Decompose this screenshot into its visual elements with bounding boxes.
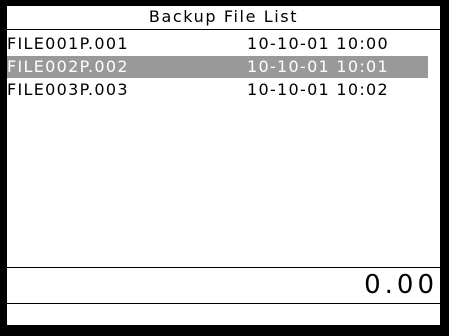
file-row-2[interactable]: FILE002P.002 10-10-01 10:01 <box>7 56 428 78</box>
file-datetime: 10-10-01 10:01 <box>247 57 390 76</box>
file-list: FILE001P.001 10-10-01 10:00 FILE002P.002… <box>7 33 440 265</box>
file-name: FILE003P.003 <box>7 80 129 99</box>
file-row-3[interactable]: FILE003P.003 10-10-01 10:02 <box>7 79 428 101</box>
file-datetime: 10-10-01 10:02 <box>247 80 390 99</box>
backup-file-list-panel: Backup File List FILE001P.001 10-10-01 1… <box>7 6 440 325</box>
screen-frame: Backup File List FILE001P.001 10-10-01 1… <box>0 0 449 336</box>
file-row-1[interactable]: FILE001P.001 10-10-01 10:00 <box>7 33 428 55</box>
screen-title: Backup File List <box>148 7 299 26</box>
file-name: FILE001P.001 <box>7 34 129 53</box>
total-amount: 0.00 <box>364 270 438 300</box>
status-line <box>7 304 440 325</box>
title-divider <box>7 29 440 30</box>
file-name: FILE002P.002 <box>7 57 129 76</box>
file-datetime: 10-10-01 10:00 <box>247 34 390 53</box>
